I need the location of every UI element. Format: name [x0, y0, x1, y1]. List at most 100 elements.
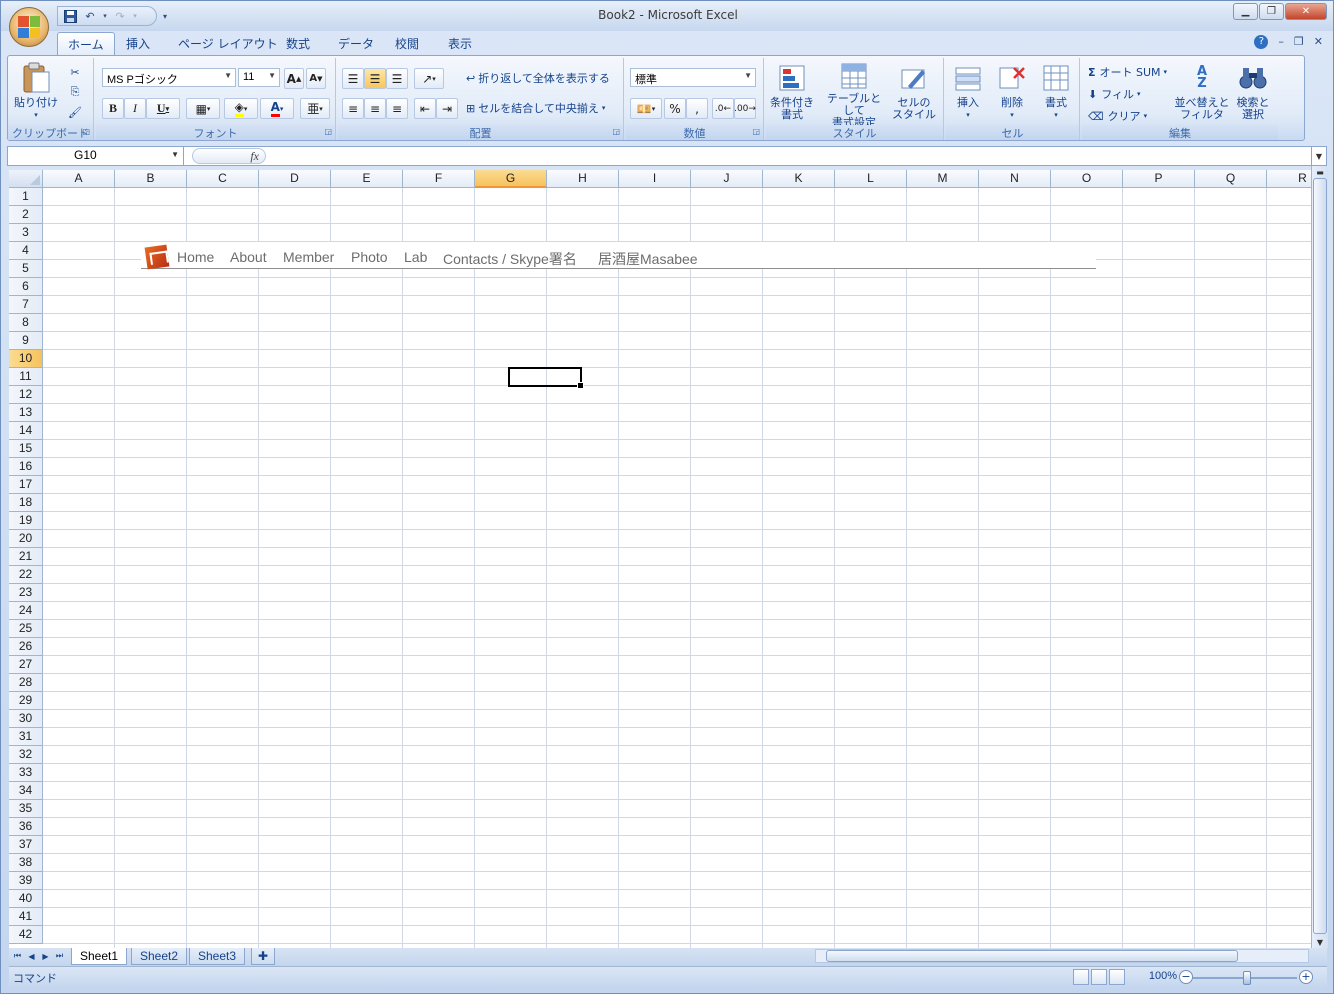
- column-header[interactable]: I: [619, 170, 691, 188]
- phonetic-button[interactable]: 亜 ▾: [300, 98, 330, 119]
- row-header[interactable]: 36: [9, 818, 43, 836]
- active-cell[interactable]: [508, 367, 584, 389]
- row-header[interactable]: 37: [9, 836, 43, 854]
- row-header[interactable]: 32: [9, 746, 43, 764]
- column-header[interactable]: R: [1267, 170, 1311, 188]
- comma-style-button[interactable]: ,: [686, 98, 708, 119]
- orientation-button[interactable]: ↗ ▾: [414, 68, 444, 89]
- column-header[interactable]: L: [835, 170, 907, 188]
- zoom-in-button[interactable]: +: [1299, 970, 1313, 984]
- row-header[interactable]: 20: [9, 530, 43, 548]
- row-header[interactable]: 42: [9, 926, 43, 944]
- expand-formula-bar-icon[interactable]: ▼: [1311, 147, 1326, 165]
- row-header[interactable]: 8: [9, 314, 43, 332]
- column-header[interactable]: B: [115, 170, 187, 188]
- paste-button[interactable]: 貼り付け ▾: [14, 62, 58, 124]
- row-header[interactable]: 5: [9, 260, 43, 278]
- tab-data[interactable]: データ: [334, 35, 378, 52]
- align-bottom-button[interactable]: ☰: [386, 68, 408, 89]
- page-break-view-icon[interactable]: [1109, 969, 1125, 985]
- sheet-tab[interactable]: Sheet2: [131, 948, 188, 965]
- row-header[interactable]: 39: [9, 872, 43, 890]
- embedded-nav-image[interactable]: Home About Member Photo Lab Contacts / S…: [141, 242, 1096, 270]
- row-header[interactable]: 34: [9, 782, 43, 800]
- split-box-icon[interactable]: ▬: [1312, 166, 1328, 178]
- row-header[interactable]: 26: [9, 638, 43, 656]
- row-header[interactable]: 24: [9, 602, 43, 620]
- column-header[interactable]: H: [547, 170, 619, 188]
- row-header[interactable]: 35: [9, 800, 43, 818]
- increase-decimal-button[interactable]: .0←: [712, 98, 734, 119]
- tab-formulas[interactable]: 数式: [282, 35, 314, 52]
- column-header[interactable]: E: [331, 170, 403, 188]
- row-header[interactable]: 16: [9, 458, 43, 476]
- font-name-select[interactable]: MS Pゴシック ▼: [102, 68, 236, 87]
- align-left-button[interactable]: ≡: [342, 98, 364, 119]
- normal-view-icon[interactable]: [1073, 969, 1089, 985]
- increase-indent-button[interactable]: ⇥: [436, 98, 458, 119]
- sort-filter-button[interactable]: AZ 並べ替えと フィルタ: [1174, 62, 1230, 124]
- dialog-launcher-icon[interactable]: ◲: [752, 127, 760, 136]
- row-header[interactable]: 15: [9, 440, 43, 458]
- vertical-scroll-thumb[interactable]: [1313, 178, 1327, 934]
- clear-button[interactable]: ⌫ クリア ▾: [1088, 108, 1147, 124]
- align-right-button[interactable]: ≡: [386, 98, 408, 119]
- insert-sheet-button[interactable]: ✚: [251, 948, 276, 965]
- tab-view[interactable]: 表示: [444, 35, 476, 52]
- copy-icon[interactable]: ⎘: [66, 84, 84, 100]
- bold-button[interactable]: B: [102, 98, 124, 119]
- number-format-select[interactable]: 標準 ▼: [630, 68, 756, 87]
- first-sheet-icon[interactable]: ⏮: [11, 949, 24, 963]
- row-header[interactable]: 33: [9, 764, 43, 782]
- row-header[interactable]: 19: [9, 512, 43, 530]
- row-header[interactable]: 41: [9, 908, 43, 926]
- column-header[interactable]: J: [691, 170, 763, 188]
- tab-home[interactable]: ホーム: [57, 32, 115, 55]
- zoom-level[interactable]: 100%: [1149, 970, 1177, 982]
- row-header[interactable]: 17: [9, 476, 43, 494]
- row-header[interactable]: 11: [9, 368, 43, 386]
- row-header[interactable]: 27: [9, 656, 43, 674]
- formula-input[interactable]: [270, 147, 1310, 165]
- format-painter-icon[interactable]: 🖌: [66, 104, 84, 120]
- format-as-table-button[interactable]: テーブルとして 書式設定: [822, 62, 886, 129]
- help-icon[interactable]: ?: [1254, 35, 1269, 49]
- row-header[interactable]: 38: [9, 854, 43, 872]
- column-header[interactable]: F: [403, 170, 475, 188]
- column-header[interactable]: G: [475, 170, 547, 188]
- conditional-format-button[interactable]: 条件付き 書式: [766, 62, 818, 124]
- scroll-down-icon[interactable]: ▼: [1312, 936, 1328, 948]
- column-header[interactable]: K: [763, 170, 835, 188]
- horizontal-scroll-thumb[interactable]: [826, 950, 1238, 962]
- zoom-slider[interactable]: [1193, 971, 1297, 985]
- row-header[interactable]: 25: [9, 620, 43, 638]
- name-box[interactable]: G10 ▼: [8, 147, 184, 165]
- row-header[interactable]: 1: [9, 188, 43, 206]
- dialog-launcher-icon[interactable]: ◲: [324, 127, 332, 136]
- column-header[interactable]: C: [187, 170, 259, 188]
- office-button[interactable]: [9, 7, 49, 47]
- dialog-launcher-icon[interactable]: ◲: [612, 127, 620, 136]
- next-sheet-icon[interactable]: ▶: [39, 949, 52, 963]
- column-header[interactable]: D: [259, 170, 331, 188]
- column-header[interactable]: O: [1051, 170, 1123, 188]
- row-header[interactable]: 3: [9, 224, 43, 242]
- sheet-tab[interactable]: Sheet3: [189, 948, 246, 965]
- wrap-text-button[interactable]: ↩ 折り返して全体を表示する: [466, 70, 610, 86]
- autosum-button[interactable]: Σ オート SUM ▾: [1088, 64, 1167, 80]
- vertical-scrollbar[interactable]: ▬ ▼: [1311, 166, 1328, 948]
- align-top-button[interactable]: ☰: [342, 68, 364, 89]
- page-layout-view-icon[interactable]: [1091, 969, 1107, 985]
- align-center-button[interactable]: ≡: [364, 98, 386, 119]
- tab-page-layout[interactable]: ページ レイアウト: [174, 35, 282, 52]
- column-header[interactable]: A: [43, 170, 115, 188]
- row-header[interactable]: 2: [9, 206, 43, 224]
- tab-review[interactable]: 校閲: [391, 35, 423, 52]
- row-header[interactable]: 6: [9, 278, 43, 296]
- row-header[interactable]: 12: [9, 386, 43, 404]
- row-header[interactable]: 9: [9, 332, 43, 350]
- insert-cells-button[interactable]: 挿入 ▾: [946, 62, 990, 124]
- format-cells-button[interactable]: 書式 ▾: [1034, 62, 1078, 124]
- column-header[interactable]: P: [1123, 170, 1195, 188]
- row-header[interactable]: 30: [9, 710, 43, 728]
